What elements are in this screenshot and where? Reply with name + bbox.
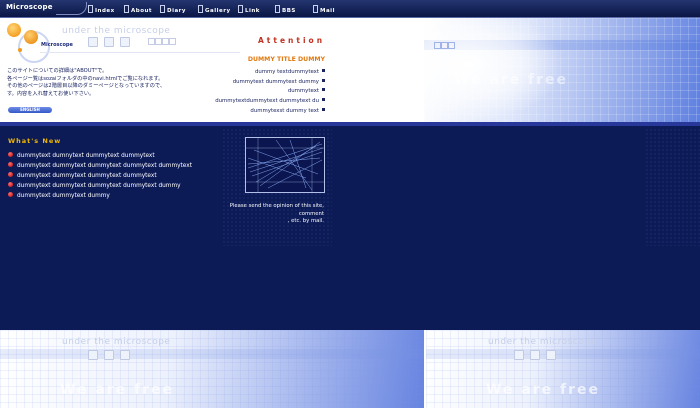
document-icon bbox=[514, 350, 524, 360]
abstract-lines-graphic bbox=[246, 138, 324, 192]
we-are-free-watermark: We are free bbox=[454, 72, 569, 88]
header-content: under the microscope Microscope Attentio… bbox=[0, 18, 424, 122]
red-bullet-icon bbox=[8, 182, 13, 187]
opinion-text: Please send the opinion of this site, co… bbox=[229, 203, 324, 224]
brand-divider-curve bbox=[56, 2, 87, 15]
red-bullet-icon bbox=[8, 192, 13, 197]
nav-index[interactable]: Index bbox=[88, 5, 115, 14]
headphones-icon bbox=[120, 37, 130, 47]
news-item[interactable]: dummytext dummytext dummytext dummytext … bbox=[8, 181, 228, 191]
nav-bbs[interactable]: BBS bbox=[275, 5, 296, 14]
page-icon bbox=[275, 5, 280, 13]
decor-square bbox=[169, 38, 176, 45]
square-bullet-icon bbox=[322, 69, 325, 72]
nav-gallery[interactable]: Gallery bbox=[198, 5, 231, 14]
square-bullet-icon bbox=[322, 88, 325, 92]
headphones-icon bbox=[120, 350, 130, 360]
intro-text: このサイトについての詳細は"ABOUT"で。 各ページー覧はsozaiフォルダの… bbox=[7, 68, 166, 97]
logo-small-dot-icon bbox=[18, 48, 22, 52]
decor-square bbox=[162, 38, 169, 45]
page-icon bbox=[160, 5, 165, 13]
page-icon bbox=[198, 5, 203, 13]
face-icon bbox=[530, 350, 540, 360]
header-divider-line bbox=[40, 52, 240, 53]
light-swoosh-graphic bbox=[424, 18, 564, 122]
we-are-free-watermark: We are free bbox=[60, 382, 175, 398]
english-button[interactable]: ENGLISH bbox=[8, 107, 52, 113]
attention-heading: Attention bbox=[258, 36, 326, 45]
news-item[interactable]: dummytext dummytext dummytext dummytext bbox=[8, 171, 228, 181]
whats-new-list: dummytext dumnytext dummytext dummytext … bbox=[8, 151, 228, 201]
document-icon bbox=[88, 37, 98, 47]
square-bullet-icon bbox=[322, 98, 325, 102]
top-navigation-bar: Microscope Index About Diary Gallery Lin… bbox=[0, 0, 700, 18]
decor-square bbox=[148, 38, 155, 45]
red-bullet-icon bbox=[8, 152, 13, 157]
we-are-free-watermark: We are free bbox=[486, 382, 601, 398]
nav-link[interactable]: Link bbox=[238, 5, 260, 14]
news-item[interactable]: dummytext dummytext dummy bbox=[8, 191, 228, 201]
header-watermark: under the microscope bbox=[62, 26, 171, 36]
page-icon bbox=[88, 5, 93, 13]
footer-strip bbox=[426, 349, 700, 359]
news-item[interactable]: dummytext dummytext dummytext dummytext … bbox=[8, 161, 228, 171]
footer-watermark: under the microscope bbox=[488, 337, 597, 347]
red-bullet-icon bbox=[8, 162, 13, 167]
footer-strip bbox=[0, 349, 424, 359]
footer-banner-right: under the microscope We are free bbox=[426, 330, 700, 408]
nav-diary[interactable]: Diary bbox=[160, 5, 186, 14]
nav-about[interactable]: About bbox=[124, 5, 152, 14]
document-icon bbox=[88, 350, 98, 360]
dummy-title: DUMMY TITLE DUMMY bbox=[247, 56, 325, 63]
square-bullet-icon bbox=[322, 107, 325, 111]
headphones-icon bbox=[546, 350, 556, 360]
page-icon bbox=[238, 5, 243, 13]
dummy-list-item[interactable]: dummy textdummytext bbox=[170, 68, 325, 78]
logo-orange-sphere-icon bbox=[24, 30, 38, 44]
header-decoration-panel: We are free bbox=[424, 18, 700, 122]
site-title: Microscope bbox=[41, 42, 73, 48]
abstract-lines-image bbox=[245, 137, 325, 193]
page-icon bbox=[124, 5, 129, 13]
nav-mail[interactable]: Mail bbox=[313, 5, 335, 14]
red-bullet-icon bbox=[8, 172, 13, 177]
dot-pattern-decoration bbox=[645, 128, 700, 246]
face-icon bbox=[104, 350, 114, 360]
header-band: under the microscope Microscope Attentio… bbox=[0, 18, 700, 122]
whats-new-heading: What's New bbox=[8, 137, 62, 145]
footer-banner: under the microscope We are free under t… bbox=[0, 330, 700, 408]
footer-banner-left: under the microscope We are free bbox=[0, 330, 424, 408]
dummy-list-item[interactable]: dummytext bbox=[170, 87, 325, 97]
dummy-list-item[interactable]: dummytexst dummy text bbox=[170, 107, 325, 117]
news-item[interactable]: dummytext dumnytext dummytext dummytext bbox=[8, 151, 228, 161]
decor-square bbox=[441, 42, 448, 49]
face-icon bbox=[104, 37, 114, 47]
dummy-list: dummy textdummytext dummytext dummytext … bbox=[170, 68, 325, 117]
decor-square bbox=[434, 42, 441, 49]
decor-square bbox=[448, 42, 455, 49]
dummy-list-item[interactable]: dummytext dummytext dummy bbox=[170, 78, 325, 88]
page-icon bbox=[313, 5, 318, 13]
logo-orange-sphere-icon bbox=[7, 23, 21, 37]
brand-logo-text[interactable]: Microscope bbox=[6, 3, 53, 11]
square-bullet-icon bbox=[322, 78, 325, 82]
dummy-list-item[interactable]: dummytextdummytext dummytext du bbox=[170, 97, 325, 107]
footer-watermark: under the microscope bbox=[62, 337, 171, 347]
decor-square bbox=[155, 38, 162, 45]
